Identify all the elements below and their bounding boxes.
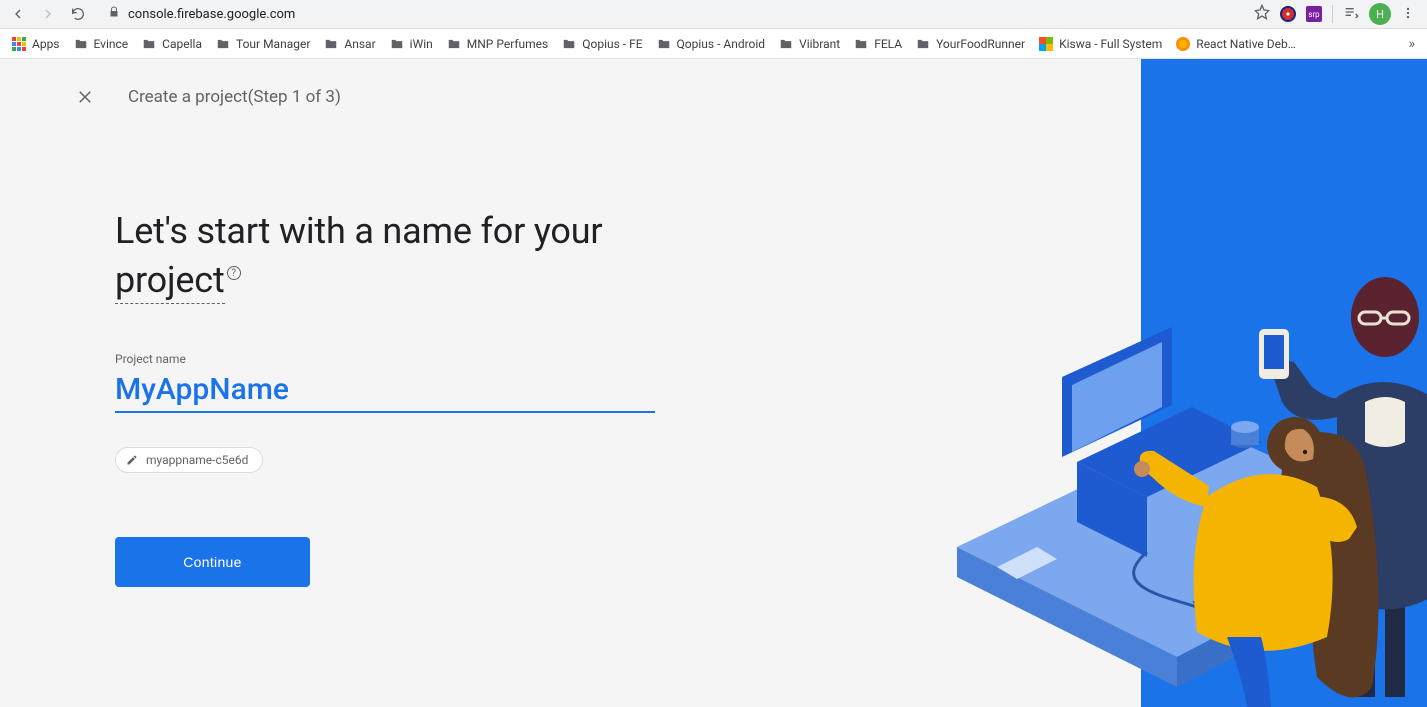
bookmark-label: FELA (874, 37, 902, 51)
browser-toolbar: console.firebase.google.com srp H (0, 0, 1427, 29)
profile-avatar[interactable]: H (1369, 3, 1391, 25)
bookmark-react-native[interactable]: React Native Deb… (1176, 37, 1295, 51)
bookmark-folder[interactable]: Evince (74, 37, 129, 51)
bookmark-label: Apps (32, 37, 60, 51)
extension-icon-2[interactable]: srp (1306, 6, 1322, 22)
bookmark-folder[interactable]: iWin (390, 37, 433, 51)
bookmark-folder[interactable]: Tour Manager (216, 37, 310, 51)
bookmark-label: Ansar (344, 37, 375, 51)
bookmark-label: Tour Manager (236, 37, 310, 51)
microsoft-icon (1039, 37, 1053, 51)
folder-icon (916, 37, 930, 51)
folder-icon (74, 37, 88, 51)
bookmark-folder[interactable]: FELA (854, 37, 902, 51)
forward-button[interactable] (38, 4, 58, 24)
apps-grid-icon (12, 37, 26, 51)
bookmark-overflow-icon[interactable]: » (1408, 36, 1415, 52)
bookmark-label: React Native Deb… (1196, 37, 1295, 51)
bookmark-label: Kiswa - Full System (1059, 37, 1162, 51)
folder-icon (447, 37, 461, 51)
lock-icon (108, 6, 120, 22)
folder-icon (390, 37, 404, 51)
bookmark-folder[interactable]: YourFoodRunner (916, 37, 1025, 51)
folder-icon (657, 37, 671, 51)
url-text: console.firebase.google.com (128, 7, 295, 22)
address-bar[interactable]: console.firebase.google.com (98, 6, 1244, 22)
bookmark-label: MNP Perfumes (467, 37, 548, 51)
pencil-icon (126, 454, 138, 466)
bookmark-star-icon[interactable] (1254, 4, 1270, 24)
bookmarks-bar: Apps Evince Capella Tour Manager Ansar i… (0, 29, 1427, 59)
headline-prefix: Let's start with a name for your (115, 210, 602, 252)
bookmark-kiswa[interactable]: Kiswa - Full System (1039, 37, 1162, 51)
folder-icon (854, 37, 868, 51)
project-name-input[interactable] (115, 366, 655, 413)
page-headline: Let's start with a name for your project… (115, 207, 660, 304)
back-button[interactable] (8, 4, 28, 24)
bookmark-label: YourFoodRunner (936, 37, 1025, 51)
bookmark-folder[interactable]: Qopius - FE (562, 37, 642, 51)
project-id-text: myappname-c5e6d (146, 453, 248, 467)
headline-project-word: project (115, 259, 225, 304)
project-id-chip[interactable]: myappname-c5e6d (115, 447, 263, 473)
help-icon[interactable]: ? (227, 266, 241, 280)
wizard-title: Create a project(Step 1 of 3) (128, 87, 341, 107)
bookmark-label: Evince (94, 37, 129, 51)
page-body: Create a project(Step 1 of 3) Let's star… (0, 59, 1427, 707)
bookmark-label: iWin (410, 37, 433, 51)
people-illustration (907, 167, 1427, 707)
bookmark-folder[interactable]: Viibrant (779, 37, 840, 51)
bookmark-folder[interactable]: Qopius - Android (657, 37, 766, 51)
folder-icon (324, 37, 338, 51)
bookmark-folder[interactable]: Capella (142, 37, 202, 51)
folder-icon (216, 37, 230, 51)
bookmark-folder[interactable]: MNP Perfumes (447, 37, 548, 51)
bookmark-label: Capella (162, 37, 202, 51)
bookmark-label: Viibrant (799, 37, 840, 51)
folder-icon (142, 37, 156, 51)
continue-button[interactable]: Continue (115, 537, 310, 587)
folder-icon (562, 37, 576, 51)
reload-button[interactable] (68, 4, 88, 24)
bookmark-label: Qopius - FE (582, 37, 642, 51)
toolbar-divider (1332, 5, 1333, 23)
close-wizard-button[interactable] (76, 88, 94, 106)
illustration-panel (1141, 59, 1427, 707)
chrome-menu-icon[interactable] (1401, 5, 1415, 24)
bookmark-label: Qopius - Android (677, 37, 766, 51)
project-name-label: Project name (115, 352, 660, 366)
bookmark-folder[interactable]: Ansar (324, 37, 375, 51)
folder-icon (779, 37, 793, 51)
react-native-icon (1176, 37, 1190, 51)
media-control-icon[interactable] (1343, 4, 1359, 24)
close-icon (76, 88, 94, 106)
bookmark-apps[interactable]: Apps (12, 37, 60, 51)
extension-icon-1[interactable] (1280, 6, 1296, 22)
